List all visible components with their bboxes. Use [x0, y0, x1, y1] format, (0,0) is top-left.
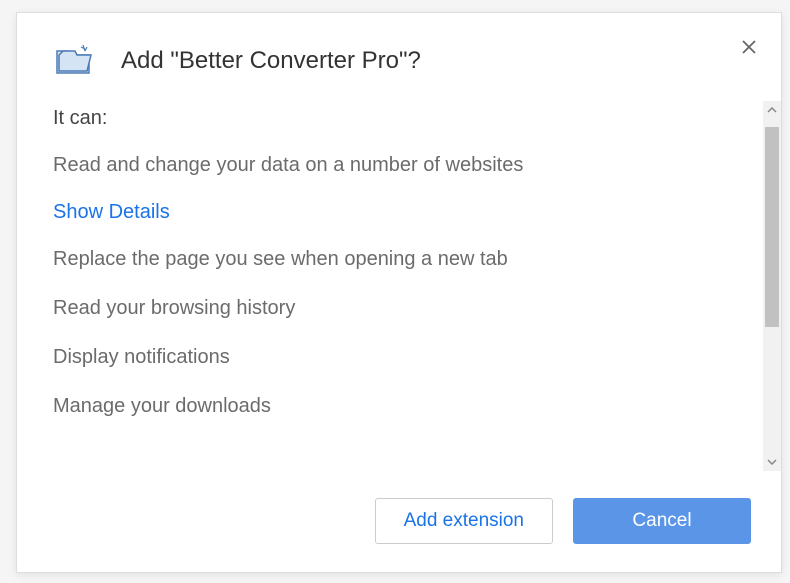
permission-item: Display notifications	[53, 344, 733, 371]
scroll-down-arrow[interactable]	[763, 453, 781, 471]
dialog-actions: Add extension Cancel	[17, 471, 781, 572]
permission-item: Read and change your data on a number of…	[53, 152, 733, 179]
dialog-title: Add "Better Converter Pro"?	[121, 47, 421, 75]
scroll-track[interactable]	[763, 119, 781, 453]
scrollbar[interactable]	[763, 101, 781, 471]
scroll-up-arrow[interactable]	[763, 101, 781, 119]
close-icon	[741, 39, 757, 55]
content-wrapper: It can: Read and change your data on a n…	[17, 101, 781, 471]
extension-install-dialog: Add "Better Converter Pro"? It can: Read…	[16, 12, 782, 573]
cancel-button[interactable]: Cancel	[573, 498, 751, 544]
permission-item: Manage your downloads	[53, 393, 733, 420]
scroll-thumb[interactable]	[765, 127, 779, 327]
dialog-header: Add "Better Converter Pro"?	[17, 13, 781, 101]
permission-item: Read your browsing history	[53, 295, 733, 322]
chevron-down-icon	[767, 459, 777, 465]
permission-item: Replace the page you see when opening a …	[53, 246, 733, 273]
permissions-list: It can: Read and change your data on a n…	[17, 101, 763, 471]
chevron-up-icon	[767, 107, 777, 113]
permissions-heading: It can:	[53, 107, 733, 130]
close-button[interactable]	[739, 37, 759, 57]
show-details-link[interactable]: Show Details	[53, 201, 733, 224]
extension-folder-icon	[53, 41, 93, 81]
add-extension-button[interactable]: Add extension	[375, 498, 553, 544]
